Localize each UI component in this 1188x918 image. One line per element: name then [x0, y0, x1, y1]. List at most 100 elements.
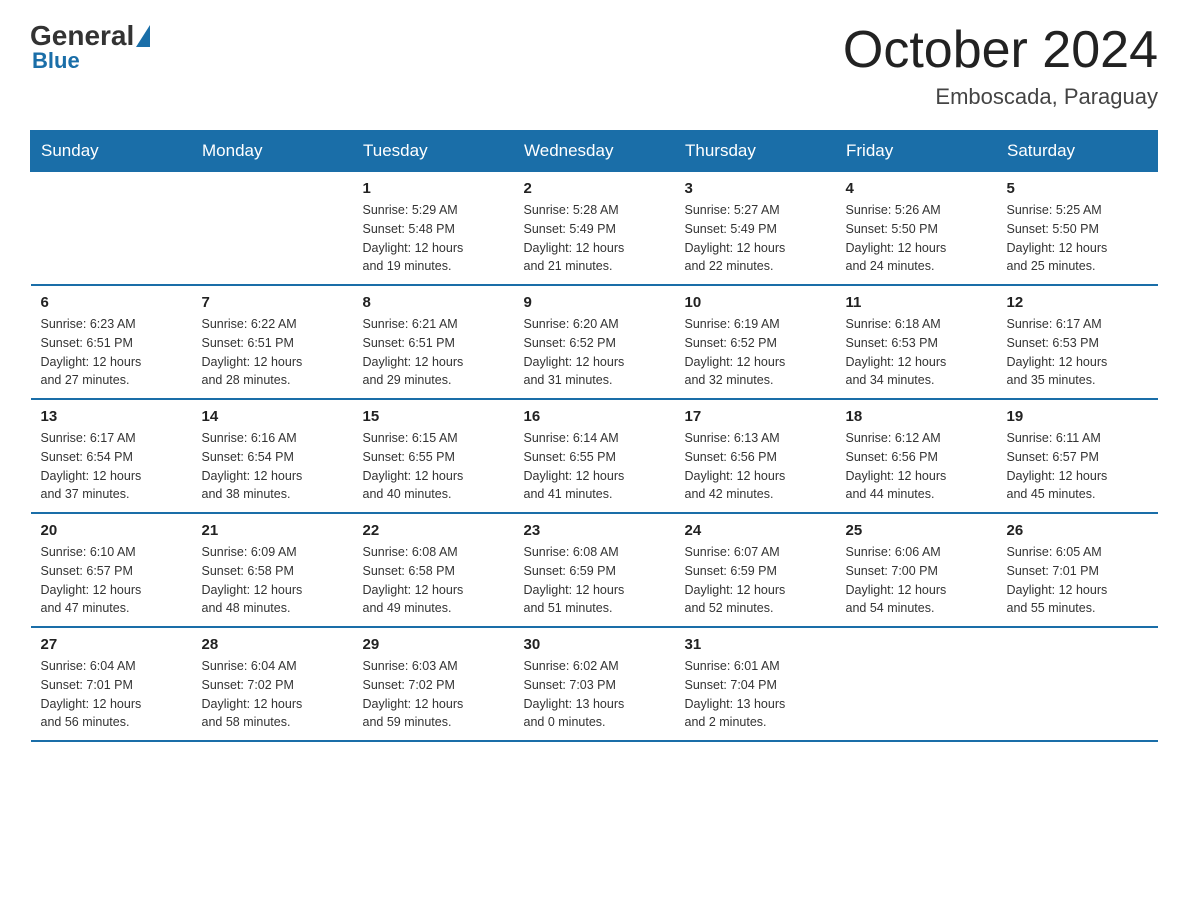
day-number: 2	[524, 180, 665, 197]
day-number: 8	[363, 294, 504, 311]
calendar-cell: 31 Sunrise: 6:01 AMSunset: 7:04 PMDayligh…	[675, 627, 836, 741]
calendar-cell: 29 Sunrise: 6:03 AMSunset: 7:02 PMDayligh…	[353, 627, 514, 741]
day-number: 10	[685, 294, 826, 311]
day-info: Sunrise: 6:02 AMSunset: 7:03 PMDaylight:…	[524, 657, 665, 732]
day-number: 7	[202, 294, 343, 311]
day-info: Sunrise: 6:13 AMSunset: 6:56 PMDaylight:…	[685, 429, 826, 504]
day-info: Sunrise: 6:22 AMSunset: 6:51 PMDaylight:…	[202, 315, 343, 390]
calendar-cell: 25 Sunrise: 6:06 AMSunset: 7:00 PMDayligh…	[836, 513, 997, 627]
week-row-3: 20 Sunrise: 6:10 AMSunset: 6:57 PMDayligh…	[31, 513, 1158, 627]
calendar-cell: 2 Sunrise: 5:28 AMSunset: 5:49 PMDaylight…	[514, 172, 675, 286]
day-number: 22	[363, 522, 504, 539]
day-number: 21	[202, 522, 343, 539]
week-row-4: 27Sunrise: 6:04 AMSunset: 7:01 PMDayligh…	[31, 627, 1158, 741]
header-friday: Friday	[836, 131, 997, 172]
header-tuesday: Tuesday	[353, 131, 514, 172]
calendar-cell: 22 Sunrise: 6:08 AMSunset: 6:58 PMDayligh…	[353, 513, 514, 627]
day-info: Sunrise: 5:25 AMSunset: 5:50 PMDaylight:…	[1007, 201, 1148, 276]
day-number: 4	[846, 180, 987, 197]
day-info: Sunrise: 6:08 AMSunset: 6:58 PMDaylight:…	[363, 543, 504, 618]
day-info: Sunrise: 6:18 AMSunset: 6:53 PMDaylight:…	[846, 315, 987, 390]
calendar-cell: 19 Sunrise: 6:11 AMSunset: 6:57 PMDayligh…	[997, 399, 1158, 513]
week-row-0: 1 Sunrise: 5:29 AMSunset: 5:48 PMDaylight…	[31, 172, 1158, 286]
day-number: 11	[846, 294, 987, 311]
day-info: Sunrise: 6:06 AMSunset: 7:00 PMDaylight:…	[846, 543, 987, 618]
calendar-header-row: SundayMondayTuesdayWednesdayThursdayFrid…	[31, 131, 1158, 172]
header-wednesday: Wednesday	[514, 131, 675, 172]
day-info: Sunrise: 6:23 AMSunset: 6:51 PMDaylight:…	[41, 315, 182, 390]
day-number: 13	[41, 408, 182, 425]
day-info: Sunrise: 6:17 AMSunset: 6:53 PMDaylight:…	[1007, 315, 1148, 390]
day-info: Sunrise: 6:19 AMSunset: 6:52 PMDaylight:…	[685, 315, 826, 390]
calendar-cell: 16Sunrise: 6:14 AMSunset: 6:55 PMDayligh…	[514, 399, 675, 513]
day-info: Sunrise: 6:14 AMSunset: 6:55 PMDaylight:…	[524, 429, 665, 504]
calendar-cell: 6 Sunrise: 6:23 AMSunset: 6:51 PMDaylight…	[31, 285, 192, 399]
day-info: Sunrise: 6:01 AMSunset: 7:04 PMDaylight:…	[685, 657, 826, 732]
calendar-cell: 7 Sunrise: 6:22 AMSunset: 6:51 PMDaylight…	[192, 285, 353, 399]
calendar-cell: 13 Sunrise: 6:17 AMSunset: 6:54 PMDayligh…	[31, 399, 192, 513]
day-number: 26	[1007, 522, 1148, 539]
day-info: Sunrise: 6:05 AMSunset: 7:01 PMDaylight:…	[1007, 543, 1148, 618]
day-number: 3	[685, 180, 826, 197]
page-header: General Blue October 2024 Emboscada, Par…	[30, 20, 1158, 110]
title-block: October 2024 Emboscada, Paraguay	[843, 20, 1158, 110]
day-number: 20	[41, 522, 182, 539]
day-number: 30	[524, 636, 665, 653]
day-info: Sunrise: 6:03 AMSunset: 7:02 PMDaylight:…	[363, 657, 504, 732]
calendar-cell: 4Sunrise: 5:26 AMSunset: 5:50 PMDaylight…	[836, 172, 997, 286]
day-info: Sunrise: 5:27 AMSunset: 5:49 PMDaylight:…	[685, 201, 826, 276]
day-info: Sunrise: 6:15 AMSunset: 6:55 PMDaylight:…	[363, 429, 504, 504]
day-info: Sunrise: 6:09 AMSunset: 6:58 PMDaylight:…	[202, 543, 343, 618]
logo-triangle-icon	[136, 25, 150, 47]
week-row-1: 6 Sunrise: 6:23 AMSunset: 6:51 PMDaylight…	[31, 285, 1158, 399]
calendar-cell: 23 Sunrise: 6:08 AMSunset: 6:59 PMDayligh…	[514, 513, 675, 627]
day-number: 1	[363, 180, 504, 197]
day-number: 19	[1007, 408, 1148, 425]
day-number: 6	[41, 294, 182, 311]
calendar-cell: 14Sunrise: 6:16 AMSunset: 6:54 PMDayligh…	[192, 399, 353, 513]
day-number: 12	[1007, 294, 1148, 311]
calendar-cell: 21 Sunrise: 6:09 AMSunset: 6:58 PMDayligh…	[192, 513, 353, 627]
day-info: Sunrise: 6:17 AMSunset: 6:54 PMDaylight:…	[41, 429, 182, 504]
logo: General Blue	[30, 20, 152, 74]
calendar-cell	[836, 627, 997, 741]
calendar-table: SundayMondayTuesdayWednesdayThursdayFrid…	[30, 130, 1158, 742]
day-info: Sunrise: 5:29 AMSunset: 5:48 PMDaylight:…	[363, 201, 504, 276]
day-number: 15	[363, 408, 504, 425]
calendar-cell: 1 Sunrise: 5:29 AMSunset: 5:48 PMDaylight…	[353, 172, 514, 286]
day-info: Sunrise: 5:28 AMSunset: 5:49 PMDaylight:…	[524, 201, 665, 276]
day-info: Sunrise: 6:20 AMSunset: 6:52 PMDaylight:…	[524, 315, 665, 390]
day-number: 14	[202, 408, 343, 425]
calendar-cell: 12 Sunrise: 6:17 AMSunset: 6:53 PMDayligh…	[997, 285, 1158, 399]
calendar-cell	[997, 627, 1158, 741]
day-number: 25	[846, 522, 987, 539]
day-info: Sunrise: 6:12 AMSunset: 6:56 PMDaylight:…	[846, 429, 987, 504]
day-number: 9	[524, 294, 665, 311]
week-row-2: 13 Sunrise: 6:17 AMSunset: 6:54 PMDayligh…	[31, 399, 1158, 513]
day-number: 24	[685, 522, 826, 539]
day-number: 17	[685, 408, 826, 425]
location-title: Emboscada, Paraguay	[843, 84, 1158, 110]
day-info: Sunrise: 6:08 AMSunset: 6:59 PMDaylight:…	[524, 543, 665, 618]
day-number: 27	[41, 636, 182, 653]
calendar-cell: 24 Sunrise: 6:07 AMSunset: 6:59 PMDayligh…	[675, 513, 836, 627]
calendar-cell: 27Sunrise: 6:04 AMSunset: 7:01 PMDayligh…	[31, 627, 192, 741]
day-info: Sunrise: 6:11 AMSunset: 6:57 PMDaylight:…	[1007, 429, 1148, 504]
calendar-cell: 8 Sunrise: 6:21 AMSunset: 6:51 PMDaylight…	[353, 285, 514, 399]
day-info: Sunrise: 6:07 AMSunset: 6:59 PMDaylight:…	[685, 543, 826, 618]
day-info: Sunrise: 6:10 AMSunset: 6:57 PMDaylight:…	[41, 543, 182, 618]
logo-blue: Blue	[32, 48, 80, 74]
day-number: 23	[524, 522, 665, 539]
header-sunday: Sunday	[31, 131, 192, 172]
calendar-cell: 10 Sunrise: 6:19 AMSunset: 6:52 PMDayligh…	[675, 285, 836, 399]
day-number: 29	[363, 636, 504, 653]
day-number: 28	[202, 636, 343, 653]
day-number: 31	[685, 636, 826, 653]
day-number: 18	[846, 408, 987, 425]
calendar-cell: 9 Sunrise: 6:20 AMSunset: 6:52 PMDaylight…	[514, 285, 675, 399]
calendar-cell: 17 Sunrise: 6:13 AMSunset: 6:56 PMDayligh…	[675, 399, 836, 513]
calendar-cell: 26 Sunrise: 6:05 AMSunset: 7:01 PMDayligh…	[997, 513, 1158, 627]
calendar-cell: 5Sunrise: 5:25 AMSunset: 5:50 PMDaylight…	[997, 172, 1158, 286]
calendar-cell: 11 Sunrise: 6:18 AMSunset: 6:53 PMDayligh…	[836, 285, 997, 399]
day-info: Sunrise: 6:21 AMSunset: 6:51 PMDaylight:…	[363, 315, 504, 390]
